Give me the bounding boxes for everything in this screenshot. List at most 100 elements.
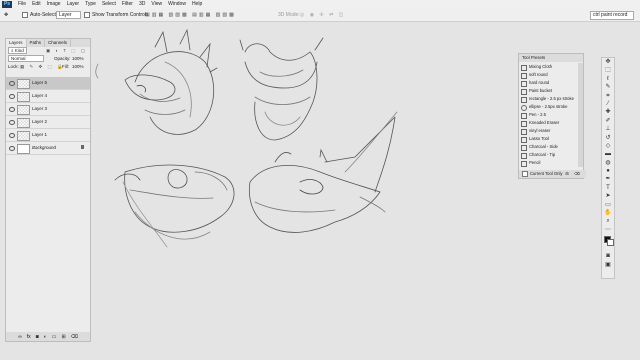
pen-tool-icon[interactable]: ✒ bbox=[602, 175, 614, 183]
mask-icon[interactable]: ◙ bbox=[36, 334, 39, 340]
preset-label: hard round bbox=[529, 80, 550, 85]
3d-mode-icons[interactable]: ◎ ◉ ✣ ⇄ ◫ bbox=[300, 9, 345, 21]
eye-icon[interactable] bbox=[9, 146, 15, 151]
healing-tool-icon[interactable]: ✚ bbox=[602, 108, 614, 116]
fill-value[interactable]: 100% bbox=[72, 63, 84, 71]
layer-row-background[interactable]: Background bbox=[6, 142, 90, 155]
preset-item[interactable]: ellipse - 2.5px stroke bbox=[519, 103, 577, 111]
new-layer-icon[interactable]: ⊞ bbox=[61, 334, 65, 340]
marquee-tool-icon[interactable]: ⬚ bbox=[602, 66, 614, 74]
tab-channels[interactable]: Channels bbox=[45, 39, 72, 47]
tools-panel: ✥ ⬚ ℓ ✎ ⌗ ⁄ ✚ ✐ ⊥ ↺ ◇ ▬ ◍ ● ✒ T ➤ ▭ ✋ ⌕ … bbox=[601, 57, 615, 279]
layer-row[interactable]: Layer 5 bbox=[6, 77, 90, 90]
background-color-swatch[interactable] bbox=[607, 239, 614, 247]
lock-icons[interactable]: ▦ ✎ ✥ ⬚ 🔒 bbox=[20, 63, 65, 71]
show-transform-checkbox[interactable] bbox=[84, 11, 90, 18]
eye-icon[interactable] bbox=[9, 107, 15, 112]
layer-row[interactable]: Layer 3 bbox=[6, 103, 90, 116]
menu-help[interactable]: Help bbox=[189, 0, 205, 9]
filter-icons[interactable]: ▣ ◐ T ⬚ ▢ bbox=[46, 47, 87, 55]
menu-image[interactable]: Image bbox=[44, 0, 64, 9]
eye-icon[interactable] bbox=[9, 81, 15, 86]
zoom-tool-icon[interactable]: ⌕ bbox=[602, 217, 614, 225]
more-tools-icon[interactable]: ⋯ bbox=[602, 226, 614, 234]
preset-label: Pen - 2.5 bbox=[529, 112, 546, 117]
preset-item[interactable]: Mixing Cloth bbox=[519, 63, 577, 71]
tab-paths[interactable]: Paths bbox=[27, 39, 46, 47]
auto-select-group: Auto-Select: bbox=[22, 9, 57, 21]
preset-item[interactable]: Pen - 2.5 bbox=[519, 111, 577, 119]
layer-row[interactable]: Layer 2 bbox=[6, 116, 90, 129]
screen-mode-icon[interactable]: ▣ bbox=[602, 261, 614, 269]
eye-icon[interactable] bbox=[9, 133, 15, 138]
layer-row[interactable]: Layer 4 bbox=[6, 90, 90, 103]
preset-item[interactable]: Charcoal - Tip bbox=[519, 151, 577, 159]
preset-item[interactable]: soft round bbox=[519, 71, 577, 79]
path-select-tool-icon[interactable]: ➤ bbox=[602, 192, 614, 200]
lock-label: Lock: bbox=[8, 64, 19, 69]
menu-select[interactable]: Select bbox=[99, 0, 119, 9]
blend-mode-dropdown[interactable]: Normal bbox=[8, 55, 44, 62]
presets-footer-icons[interactable]: ⊞ ⌫ bbox=[565, 170, 582, 178]
crop-tool-icon[interactable]: ⌗ bbox=[602, 92, 614, 100]
eye-icon[interactable] bbox=[9, 120, 15, 125]
menu-view[interactable]: View bbox=[148, 0, 165, 9]
show-transform-label: Show Transform Controls bbox=[92, 12, 149, 18]
preset-item[interactable]: Paint bucket bbox=[519, 87, 577, 95]
link-icon[interactable]: ∞ bbox=[18, 334, 22, 340]
history-brush-tool-icon[interactable]: ↺ bbox=[602, 134, 614, 142]
menu-layer[interactable]: Layer bbox=[64, 0, 83, 9]
type-tool-icon[interactable]: T bbox=[602, 184, 614, 192]
clone-stamp-tool-icon[interactable]: ⊥ bbox=[602, 125, 614, 133]
blur-tool-icon[interactable]: ◍ bbox=[602, 159, 614, 167]
menu-type[interactable]: Type bbox=[82, 0, 99, 9]
presets-scrollbar[interactable] bbox=[578, 63, 583, 167]
eraser-tool-icon[interactable]: ◇ bbox=[602, 142, 614, 150]
dodge-tool-icon[interactable]: ● bbox=[602, 167, 614, 175]
fill-label: Fill: bbox=[62, 64, 69, 69]
filter-row: ⌕ Kind ▣ ◐ T ⬚ ▢ bbox=[6, 47, 90, 55]
gradient-tool-icon[interactable]: ▬ bbox=[602, 150, 614, 158]
preset-item[interactable]: Pencil bbox=[519, 159, 577, 167]
fx-icon[interactable]: fx bbox=[27, 334, 31, 340]
preset-item[interactable]: Charcoal - Side bbox=[519, 143, 577, 151]
brush-tool-icon[interactable]: ✐ bbox=[602, 117, 614, 125]
move-tool-icon[interactable]: ✥ bbox=[4, 9, 8, 21]
auto-select-value: Layer bbox=[56, 10, 81, 19]
menu-filter[interactable]: Filter bbox=[119, 0, 136, 9]
eye-icon[interactable] bbox=[9, 94, 15, 99]
transform-group: Show Transform Controls bbox=[84, 9, 148, 21]
quick-select-tool-icon[interactable]: ✎ bbox=[602, 83, 614, 91]
opacity-value[interactable]: 100% bbox=[72, 55, 84, 63]
preset-item[interactable]: hard round bbox=[519, 79, 577, 87]
folder-icon[interactable]: ▭ bbox=[52, 334, 57, 340]
preset-item[interactable]: rectangle - 2.5 px stroke bbox=[519, 95, 577, 103]
auto-select-checkbox[interactable] bbox=[22, 11, 28, 18]
kind-filter-dropdown[interactable]: ⌕ Kind bbox=[8, 47, 27, 54]
quick-mask-icon[interactable]: ◙ bbox=[602, 252, 614, 260]
shape-tool-icon[interactable]: ▭ bbox=[602, 201, 614, 209]
trash-icon[interactable]: ⌫ bbox=[71, 334, 78, 340]
search-field[interactable]: ctrl paint record bbox=[590, 11, 634, 20]
layer-name: Layer 3 bbox=[32, 106, 48, 111]
move-tool-icon[interactable]: ✥ bbox=[602, 58, 614, 66]
menu-3d[interactable]: 3D bbox=[136, 0, 148, 9]
layer-row[interactable]: Layer 1 bbox=[6, 129, 90, 142]
lasso-tool-icon[interactable]: ℓ bbox=[602, 75, 614, 83]
menu-file[interactable]: File bbox=[15, 0, 29, 9]
preset-item[interactable]: Lasso Tool bbox=[519, 135, 577, 143]
preset-label: Paint bucket bbox=[529, 88, 553, 93]
align-icons[interactable]: ▤▥▦ ▧▨▩ ▤▥▦ ▧▨▩ bbox=[145, 9, 236, 21]
layer-name: Layer 1 bbox=[32, 132, 48, 137]
menu-edit[interactable]: Edit bbox=[29, 0, 44, 9]
current-tool-only-checkbox[interactable] bbox=[522, 170, 528, 177]
adjustment-icon[interactable]: ◐ bbox=[44, 334, 47, 340]
auto-select-dropdown[interactable]: Layer bbox=[56, 9, 81, 21]
hand-tool-icon[interactable]: ✋ bbox=[602, 209, 614, 217]
layer-name: Layer 5 bbox=[32, 80, 48, 85]
eyedropper-tool-icon[interactable]: ⁄ bbox=[602, 100, 614, 108]
preset-item[interactable]: Kneaded Eraser bbox=[519, 119, 577, 127]
menu-window[interactable]: Window bbox=[165, 0, 189, 9]
preset-item[interactable]: vinyl eraser bbox=[519, 127, 577, 135]
tab-layers[interactable]: Layers bbox=[6, 39, 27, 47]
